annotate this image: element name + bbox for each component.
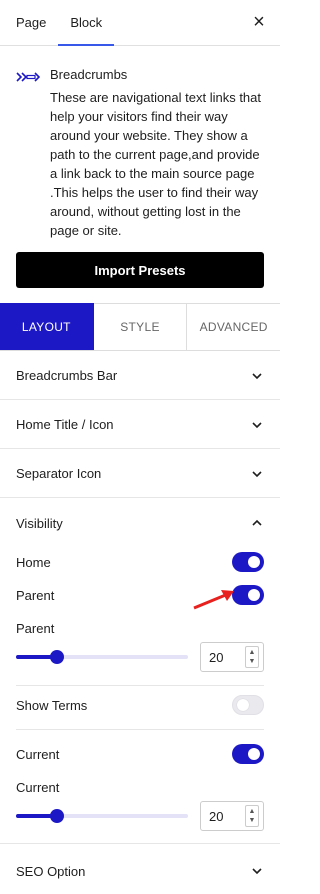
chevron-down-icon bbox=[252, 372, 262, 379]
tab-style[interactable]: STYLE bbox=[93, 303, 188, 350]
number-value: 20 bbox=[209, 649, 224, 665]
divider bbox=[16, 729, 264, 730]
close-icon[interactable]: × bbox=[250, 12, 268, 32]
parent-number-input[interactable]: 20 ▲ ▼ bbox=[200, 642, 264, 672]
current-slider-label: Current bbox=[16, 779, 60, 795]
section-home-title-icon[interactable]: Home Title / Icon bbox=[0, 401, 280, 449]
toggle-knob bbox=[248, 748, 260, 760]
tab-page[interactable]: Page bbox=[4, 0, 58, 45]
slider-thumb[interactable] bbox=[50, 650, 65, 664]
show-terms-toggle[interactable] bbox=[232, 695, 264, 715]
current-toggle-row: Current bbox=[16, 743, 264, 765]
slider-thumb[interactable] bbox=[50, 809, 65, 823]
section-label: Home Title / Icon bbox=[16, 417, 114, 432]
spinner-arrows-icon[interactable]: ▲ ▼ bbox=[245, 805, 259, 827]
chevron-down-icon bbox=[252, 868, 262, 875]
number-value: 20 bbox=[209, 808, 224, 824]
show-terms-row: Show Terms bbox=[16, 694, 264, 716]
parent-range-control: 20 ▲ ▼ bbox=[16, 642, 264, 672]
divider bbox=[16, 685, 264, 686]
section-visibility[interactable]: Visibility bbox=[0, 499, 280, 547]
parent-slider-label-row: Parent bbox=[16, 617, 264, 639]
section-label: Visibility bbox=[16, 515, 63, 531]
home-toggle[interactable] bbox=[232, 552, 264, 572]
chevron-up-icon bbox=[252, 519, 262, 526]
home-label: Home bbox=[16, 554, 51, 570]
toggle-knob bbox=[248, 556, 260, 568]
divider bbox=[0, 843, 280, 844]
breadcrumb-arrows-icon bbox=[16, 72, 40, 82]
current-label: Current bbox=[16, 746, 60, 762]
current-slider-label-row: Current bbox=[16, 776, 264, 798]
annotation-arrow-icon bbox=[193, 590, 234, 610]
toggle-knob bbox=[237, 699, 249, 711]
sidebar-header: Page Block × bbox=[0, 0, 280, 46]
panel-tabs: LAYOUT STYLE ADVANCED bbox=[0, 303, 281, 351]
block-title: Breadcrumbs bbox=[50, 67, 128, 82]
parent-slider-label: Parent bbox=[16, 620, 55, 636]
parent-label: Parent bbox=[16, 587, 55, 603]
tab-block[interactable]: Block bbox=[58, 0, 114, 46]
home-toggle-row: Home bbox=[16, 551, 264, 573]
block-card: Breadcrumbs These are navigational text … bbox=[0, 46, 280, 240]
section-seo-option[interactable]: SEO Option bbox=[0, 847, 280, 894]
current-number-input[interactable]: 20 ▲ ▼ bbox=[200, 801, 264, 831]
section-label: Separator Icon bbox=[16, 466, 102, 481]
current-slider[interactable] bbox=[16, 809, 188, 823]
current-range-control: 20 ▲ ▼ bbox=[16, 801, 264, 831]
chevron-down-icon bbox=[252, 470, 262, 477]
import-presets-button[interactable]: Import Presets bbox=[16, 252, 264, 288]
show-terms-label: Show Terms bbox=[16, 697, 88, 713]
section-label: SEO Option bbox=[16, 863, 86, 879]
toggle-knob bbox=[248, 589, 260, 601]
block-description: These are navigational text links that h… bbox=[50, 90, 262, 238]
tab-advanced[interactable]: ADVANCED bbox=[187, 303, 281, 350]
parent-slider[interactable] bbox=[16, 650, 188, 664]
spinner-arrows-icon[interactable]: ▲ ▼ bbox=[245, 646, 259, 668]
section-separator-icon[interactable]: Separator Icon bbox=[0, 450, 280, 498]
tab-layout[interactable]: LAYOUT bbox=[0, 303, 94, 350]
chevron-down-icon bbox=[252, 421, 262, 428]
section-label: Breadcrumbs Bar bbox=[16, 368, 118, 383]
current-toggle[interactable] bbox=[232, 744, 264, 764]
section-breadcrumbs-bar[interactable]: Breadcrumbs Bar bbox=[0, 352, 280, 400]
